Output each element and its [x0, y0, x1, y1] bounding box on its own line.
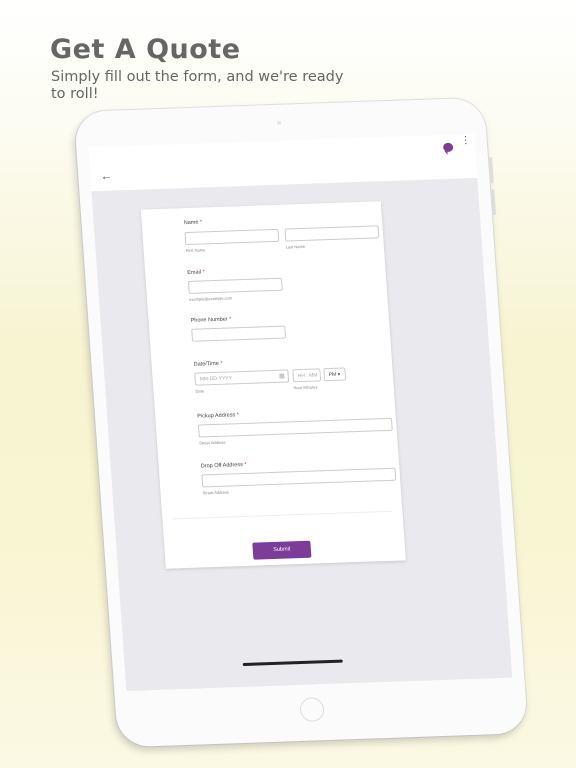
phone-label: Phone Number *: [190, 316, 232, 324]
tablet-device: ← ⋮ Name * First Name Last Name Email *: [73, 97, 529, 748]
date-sub: Date: [195, 388, 205, 394]
last-name-input[interactable]: [284, 225, 380, 242]
date-input[interactable]: MM-DD-YYYY ▦: [194, 369, 290, 386]
camera-icon: [276, 120, 282, 125]
pickup-sub: Street Address: [199, 439, 226, 446]
tablet-frame: ← ⋮ Name * First Name Last Name Email *: [73, 97, 529, 748]
time-input[interactable]: HH : MM: [292, 368, 322, 383]
last-name-sub: Last Name: [285, 243, 306, 250]
side-button: [491, 189, 497, 216]
ampm-select[interactable]: PM ▾: [323, 367, 347, 382]
first-name-sub: First Name: [185, 247, 206, 254]
content-area: Name * First Name Last Name Email * exam…: [91, 177, 513, 692]
tablet-screen: ← ⋮ Name * First Name Last Name Email *: [88, 133, 513, 692]
dropoff-label: Drop Off Address *: [200, 461, 247, 470]
submit-button[interactable]: Submit: [252, 540, 312, 560]
email-label: Email *: [187, 269, 205, 276]
quote-form: Name * First Name Last Name Email * exam…: [140, 201, 406, 569]
home-button[interactable]: [299, 697, 325, 723]
email-sub: example@example.com: [188, 295, 233, 302]
email-input[interactable]: [187, 277, 283, 294]
pickup-label: Pickup Address *: [197, 412, 240, 420]
divider: [172, 510, 393, 520]
calendar-icon[interactable]: ▦: [279, 371, 286, 384]
hero-title: Get A Quote: [50, 34, 241, 65]
hero-subtitle: Simply fill out the form, and we're read…: [51, 69, 344, 102]
first-name-input[interactable]: [184, 228, 280, 246]
side-button: [488, 157, 494, 184]
time-sub: Hour Minutes: [293, 384, 318, 391]
datetime-label: Date/Time *: [193, 360, 223, 368]
pickup-address-input[interactable]: [197, 417, 393, 438]
more-vert-icon[interactable]: ⋮: [460, 135, 471, 146]
phone-input[interactable]: [191, 325, 287, 342]
dropoff-sub: Street Address: [202, 489, 230, 496]
dropoff-address-input[interactable]: [201, 467, 397, 488]
name-label: Name *: [183, 219, 203, 227]
chevron-down-icon: ▾: [337, 371, 341, 378]
back-arrow-icon[interactable]: ←: [100, 169, 113, 183]
chat-icon[interactable]: [442, 142, 454, 153]
